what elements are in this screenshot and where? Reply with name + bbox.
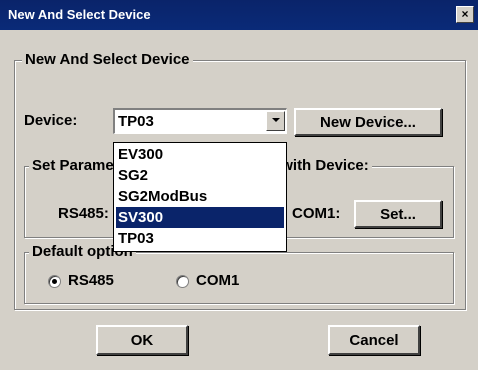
chevron-down-icon [272, 118, 280, 122]
close-icon: × [461, 7, 469, 21]
new-device-button[interactable]: New Device... [294, 108, 442, 136]
rs485-label: RS485: [58, 205, 109, 222]
com1-label: COM1: [292, 205, 341, 222]
radio-rs485[interactable] [48, 275, 61, 288]
dropdown-option-selected[interactable]: SV300 [116, 207, 284, 228]
window-title: New And Select Device [8, 7, 151, 22]
device-selected-value: TP03 [118, 113, 154, 130]
radio-com1-label[interactable]: COM1 [196, 272, 239, 290]
set-button[interactable]: Set... [354, 200, 442, 228]
radio-rs485-label[interactable]: RS485 [68, 272, 114, 290]
device-label: Device: [24, 112, 78, 129]
group-title-new-select: New And Select Device [22, 51, 193, 69]
dropdown-option[interactable]: EV300 [116, 144, 284, 165]
radio-com1[interactable] [176, 275, 189, 288]
dropdown-option[interactable]: TP03 [116, 228, 284, 249]
dropdown-option[interactable]: SG2 [116, 165, 284, 186]
dropdown-option[interactable]: SG2ModBus [116, 186, 284, 207]
ok-button[interactable]: OK [96, 325, 188, 355]
dropdown-arrow-button[interactable] [266, 111, 285, 131]
device-dropdown-list: EV300 SG2 SG2ModBus SV300 TP03 [113, 142, 287, 252]
cancel-button[interactable]: Cancel [328, 325, 420, 355]
close-button[interactable]: × [456, 6, 474, 23]
radio-selected-dot [52, 279, 57, 284]
title-bar: New And Select Device × [0, 0, 478, 30]
device-combobox[interactable]: TP03 [113, 108, 287, 134]
